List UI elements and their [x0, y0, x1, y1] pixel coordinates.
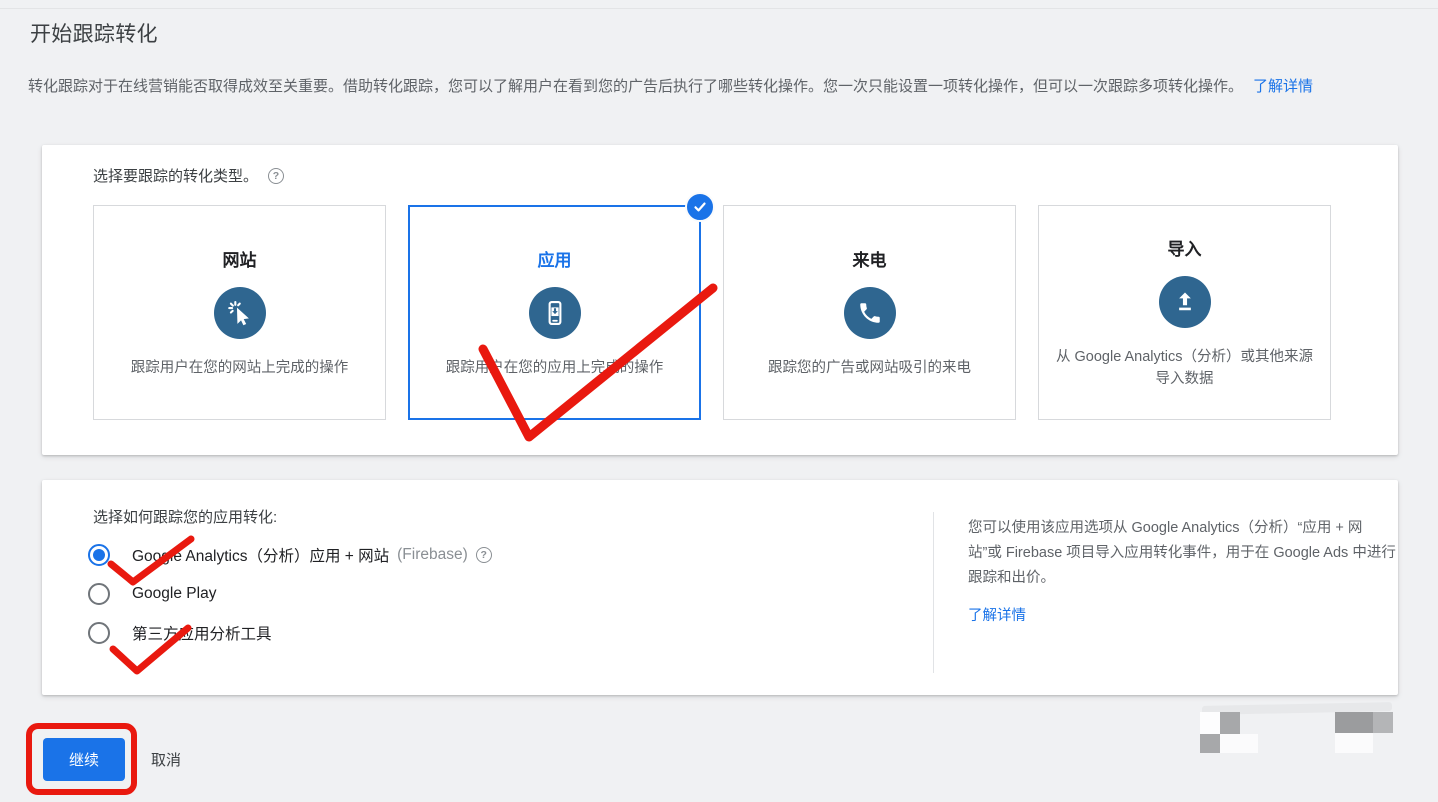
- upload-icon: [1159, 276, 1211, 328]
- help-icon[interactable]: ?: [476, 547, 492, 563]
- radio-google-analytics-label: Google Analytics（分析）应用 + 网站: [132, 544, 389, 566]
- radio-google-analytics-suffix: (Firebase): [397, 546, 468, 564]
- continue-button[interactable]: 继续: [43, 738, 125, 781]
- card-import[interactable]: 导入 从 Google Analytics（分析）或其他来源导入数据: [1038, 205, 1331, 420]
- app-tracking-label: 选择如何跟踪您的应用转化:: [93, 506, 277, 527]
- side-help-learn-more-link[interactable]: 了解详情: [968, 604, 1026, 625]
- conversion-type-cards: 网站 跟踪用户在您的网站上完成的操作: [93, 205, 1331, 420]
- help-icon[interactable]: ?: [268, 168, 284, 184]
- conversion-type-panel: 选择要跟踪的转化类型。 ? 网站: [42, 145, 1398, 455]
- side-help-text: 您可以使用该应用选项从 Google Analytics（分析）“应用 + 网站…: [968, 516, 1396, 591]
- selected-check-icon: [685, 192, 715, 222]
- app-tracking-panel: 选择如何跟踪您的应用转化: Google Analytics（分析）应用 + 网…: [42, 480, 1398, 695]
- card-import-title: 导入: [1168, 235, 1202, 260]
- conversion-setup-page: 开始跟踪转化 转化跟踪对于在线营销能否取得成效至关重要。借助转化跟踪，您可以了解…: [0, 0, 1438, 802]
- card-app[interactable]: 应用 跟踪用户在您的应用上完成的操作: [408, 205, 701, 420]
- card-website-title: 网站: [223, 246, 257, 271]
- card-website[interactable]: 网站 跟踪用户在您的网站上完成的操作: [93, 205, 386, 420]
- page-title: 开始跟踪转化: [30, 18, 158, 48]
- card-app-title: 应用: [538, 246, 572, 271]
- card-phone-title: 来电: [853, 246, 887, 271]
- radio-google-play-label: Google Play: [132, 585, 216, 603]
- app-tracking-options: Google Analytics（分析）应用 + 网站 (Firebase) ?…: [88, 544, 492, 644]
- top-divider: [0, 8, 1438, 9]
- card-phone-desc: 跟踪您的广告或网站吸引的来电: [768, 357, 971, 379]
- page-description: 转化跟踪对于在线营销能否取得成效至关重要。借助转化跟踪，您可以了解用户在看到您的…: [28, 74, 1422, 99]
- side-help-panel: 您可以使用该应用选项从 Google Analytics（分析）“应用 + 网站…: [968, 516, 1396, 625]
- app-download-icon: [529, 287, 581, 339]
- conversion-type-label: 选择要跟踪的转化类型。: [93, 165, 258, 186]
- radio-google-analytics[interactable]: Google Analytics（分析）应用 + 网站 (Firebase) ?: [88, 544, 492, 566]
- vertical-divider: [933, 512, 934, 673]
- learn-more-link[interactable]: 了解详情: [1253, 78, 1313, 95]
- card-website-desc: 跟踪用户在您的网站上完成的操作: [131, 357, 349, 379]
- card-phone-calls[interactable]: 来电 跟踪您的广告或网站吸引的来电: [723, 205, 1016, 420]
- conversion-type-label-row: 选择要跟踪的转化类型。 ?: [93, 165, 284, 186]
- radio-third-party-label: 第三方应用分析工具: [132, 622, 272, 644]
- radio-google-play[interactable]: Google Play: [88, 583, 492, 605]
- click-icon: [214, 287, 266, 339]
- radio-selected-icon[interactable]: [88, 544, 110, 566]
- radio-unselected-icon[interactable]: [88, 583, 110, 605]
- card-import-desc: 从 Google Analytics（分析）或其他来源导入数据: [1053, 346, 1316, 390]
- radio-unselected-icon[interactable]: [88, 622, 110, 644]
- cancel-button[interactable]: 取消: [151, 749, 181, 770]
- radio-third-party[interactable]: 第三方应用分析工具: [88, 622, 492, 644]
- page-description-text: 转化跟踪对于在线营销能否取得成效至关重要。借助转化跟踪，您可以了解用户在看到您的…: [28, 78, 1243, 95]
- phone-icon: [844, 287, 896, 339]
- card-app-desc: 跟踪用户在您的应用上完成的操作: [446, 357, 664, 379]
